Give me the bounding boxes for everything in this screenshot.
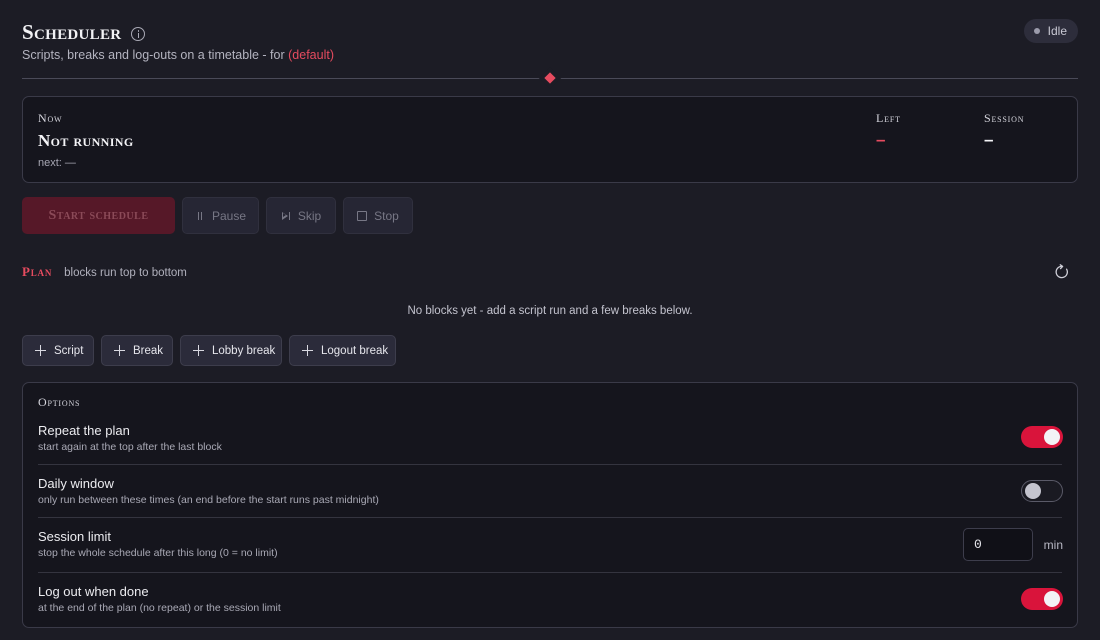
plus-icon xyxy=(35,345,46,356)
option-repeat-desc: start again at the top after the last bl… xyxy=(38,441,222,453)
add-break-button[interactable]: Break xyxy=(101,335,173,366)
session-value: – xyxy=(984,130,994,149)
status-label: Idle xyxy=(1047,24,1067,38)
start-schedule-button[interactable]: Start schedule xyxy=(22,197,175,234)
plan-header: Plan blocks run top to bottom xyxy=(22,264,187,280)
pause-label: Pause xyxy=(211,208,247,223)
option-session-limit: Session limit stop the whole schedule af… xyxy=(38,529,1062,559)
status-dot-icon xyxy=(1033,28,1040,34)
now-card: Now Not running next: — Left – Session – xyxy=(22,96,1078,183)
status-badge: Idle xyxy=(1023,19,1078,43)
diamond-icon xyxy=(544,72,556,84)
add-logout-break-label: Logout break xyxy=(321,344,389,357)
option-logout-done: Log out when done at the end of the plan… xyxy=(38,584,1062,614)
options-card: Options Repeat the plan start again at t… xyxy=(22,382,1078,628)
now-value: Not running xyxy=(38,131,134,150)
option-daily-window: Daily window only run between these time… xyxy=(38,476,1062,506)
option-session-limit-name: Session limit xyxy=(38,529,111,544)
profile-name: (default) xyxy=(288,48,334,62)
session-label: Session xyxy=(984,111,1025,125)
skip-button[interactable]: Skip xyxy=(266,197,336,234)
toggle-knob xyxy=(1044,429,1060,445)
add-lobby-break-label: Lobby break xyxy=(212,344,276,357)
page-title: Scheduler xyxy=(22,20,122,44)
plan-title: Plan xyxy=(22,264,53,279)
option-logout-done-desc: at the end of the plan (no repeat) or th… xyxy=(38,602,281,614)
option-repeat: Repeat the plan start again at the top a… xyxy=(38,423,1062,453)
toggle-knob xyxy=(1044,591,1060,607)
plan-hint: blocks run top to bottom xyxy=(64,267,187,279)
plus-icon xyxy=(193,345,204,356)
options-title: Options xyxy=(38,395,81,409)
info-icon[interactable] xyxy=(131,27,146,41)
option-logout-done-name: Log out when done xyxy=(38,584,149,599)
subtitle-text: Scripts, breaks and log-outs on a timeta… xyxy=(22,48,285,62)
daily-window-toggle[interactable] xyxy=(1021,480,1063,502)
start-schedule-label: Start schedule xyxy=(48,207,149,223)
option-repeat-name: Repeat the plan xyxy=(38,423,130,438)
skip-label: Skip xyxy=(297,208,322,223)
stop-button[interactable]: Stop xyxy=(343,197,413,234)
option-daily-window-name: Daily window xyxy=(38,476,114,491)
option-divider xyxy=(38,517,1062,518)
session-limit-unit: min xyxy=(1043,538,1063,552)
pause-icon xyxy=(195,211,205,221)
next-block: next: — xyxy=(38,157,76,169)
add-break-label: Break xyxy=(133,344,164,357)
left-label: Left xyxy=(876,111,901,125)
stop-label: Stop xyxy=(374,208,399,223)
add-logout-break-button[interactable]: Logout break xyxy=(289,335,396,366)
toggle-knob xyxy=(1025,483,1041,499)
repeat-toggle[interactable] xyxy=(1021,426,1063,448)
stop-icon xyxy=(357,210,368,221)
refresh-icon[interactable] xyxy=(1054,264,1070,280)
option-daily-window-desc: only run between these times (an end bef… xyxy=(38,494,379,506)
add-script-button[interactable]: Script xyxy=(22,335,94,366)
session-limit-input[interactable] xyxy=(963,528,1033,561)
skip-icon xyxy=(281,211,291,221)
option-session-limit-desc: stop the whole schedule after this long … xyxy=(38,547,278,559)
header-title: Scheduler xyxy=(22,20,146,45)
logout-done-toggle[interactable] xyxy=(1021,588,1063,610)
plus-icon xyxy=(302,345,313,356)
plus-icon xyxy=(114,345,125,356)
option-divider xyxy=(38,572,1062,573)
add-lobby-break-button[interactable]: Lobby break xyxy=(180,335,282,366)
left-value: – xyxy=(876,130,886,149)
option-divider xyxy=(38,464,1062,465)
pause-button[interactable]: Pause xyxy=(182,197,259,234)
plan-empty-message: No blocks yet - add a script run and a f… xyxy=(407,305,693,317)
page-subtitle: Scripts, breaks and log-outs on a timeta… xyxy=(22,48,334,62)
now-label: Now xyxy=(38,111,63,125)
add-script-label: Script xyxy=(54,344,84,357)
